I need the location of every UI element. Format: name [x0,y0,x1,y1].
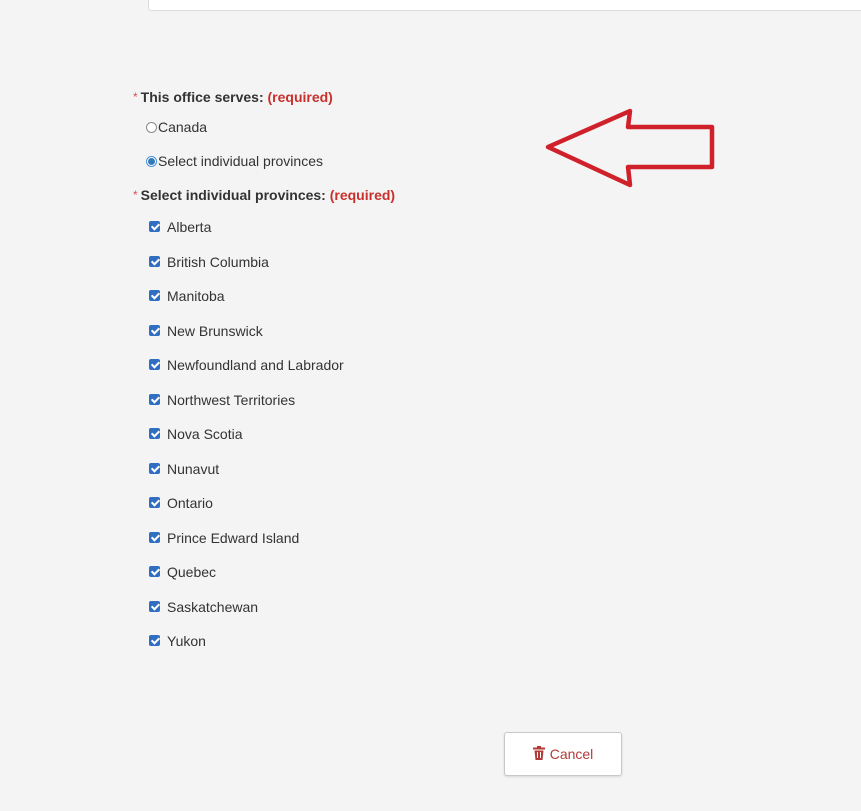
office-service-form: * This office serves: (required) Canada S… [133,86,553,661]
trash-icon [532,746,545,760]
radio-option-select-provinces[interactable]: Select individual provinces [133,146,553,180]
province-item-british-columbia[interactable]: British Columbia [133,247,553,282]
province-item-yukon[interactable]: Yukon [133,626,553,661]
province-item-manitoba[interactable]: Manitoba [133,281,553,316]
checkbox-yukon[interactable] [149,635,160,646]
provinces-checkbox-list: Alberta British Columbia Manitoba New Br… [133,212,553,661]
required-asterisk: * [133,188,138,202]
province-label: Manitoba [167,288,225,304]
province-label: Yukon [167,633,206,649]
office-serves-label-text: This office serves: [140,89,264,105]
province-label: British Columbia [167,253,269,270]
province-item-quebec[interactable]: Quebec [133,557,553,592]
province-item-alberta[interactable]: Alberta [133,212,553,247]
provinces-label-text: Select individual provinces: [140,187,326,203]
radio-label-select-provinces: Select individual provinces [158,153,323,169]
checkbox-ontario[interactable] [149,497,160,508]
top-panel [148,0,861,11]
checkbox-saskatchewan[interactable] [149,600,160,612]
checkbox-nunavut[interactable] [149,462,160,474]
checkbox-new-brunswick[interactable] [149,324,160,336]
province-item-new-brunswick[interactable]: New Brunswick [133,316,553,351]
province-item-prince-edward-island[interactable]: Prince Edward Island [133,523,553,558]
province-label: Saskatchewan [167,598,259,615]
radio-label-canada: Canada [158,119,208,135]
province-item-newfoundland-and-labrador[interactable]: Newfoundland and Labrador [133,350,553,385]
required-indicator: (required) [329,187,396,203]
checkbox-newfoundland-and-labrador[interactable] [149,359,160,370]
province-item-saskatchewan[interactable]: Saskatchewan [133,592,553,627]
office-serves-label: * This office serves: (required) [133,86,553,108]
province-item-ontario[interactable]: Ontario [133,488,553,523]
radio-select-provinces[interactable] [146,156,157,167]
province-label: Nunavut [167,460,220,477]
province-label: Ontario [167,495,213,511]
province-label: New Brunswick [167,322,263,339]
radio-option-canada[interactable]: Canada [133,112,553,146]
required-asterisk: * [133,90,138,104]
red-arrow-left-icon [545,108,715,188]
province-label: Quebec [167,564,217,580]
radio-canada[interactable] [146,122,157,133]
checkbox-quebec[interactable] [149,566,160,577]
cancel-button[interactable]: Cancel [504,732,622,776]
province-item-northwest-territories[interactable]: Northwest Territories [133,385,553,420]
province-item-nova-scotia[interactable]: Nova Scotia [133,419,553,454]
checkbox-alberta[interactable] [149,221,160,232]
checkbox-northwest-territories[interactable] [149,393,160,405]
province-label: Nova Scotia [167,426,243,442]
checkbox-nova-scotia[interactable] [149,428,160,439]
checkbox-prince-edward-island[interactable] [149,531,160,543]
province-label: Prince Edward Island [167,529,300,546]
cancel-button-label: Cancel [549,746,594,762]
office-serves-radio-group: Canada Select individual provinces [133,112,553,180]
province-item-nunavut[interactable]: Nunavut [133,454,553,489]
checkbox-manitoba[interactable] [149,290,160,301]
required-indicator: (required) [267,89,333,105]
provinces-label: * Select individual provinces: (required) [133,184,553,206]
province-label: Newfoundland and Labrador [167,357,344,373]
province-label: Northwest Territories [167,391,296,408]
province-label: Alberta [167,219,212,235]
checkbox-british-columbia[interactable] [149,255,160,267]
